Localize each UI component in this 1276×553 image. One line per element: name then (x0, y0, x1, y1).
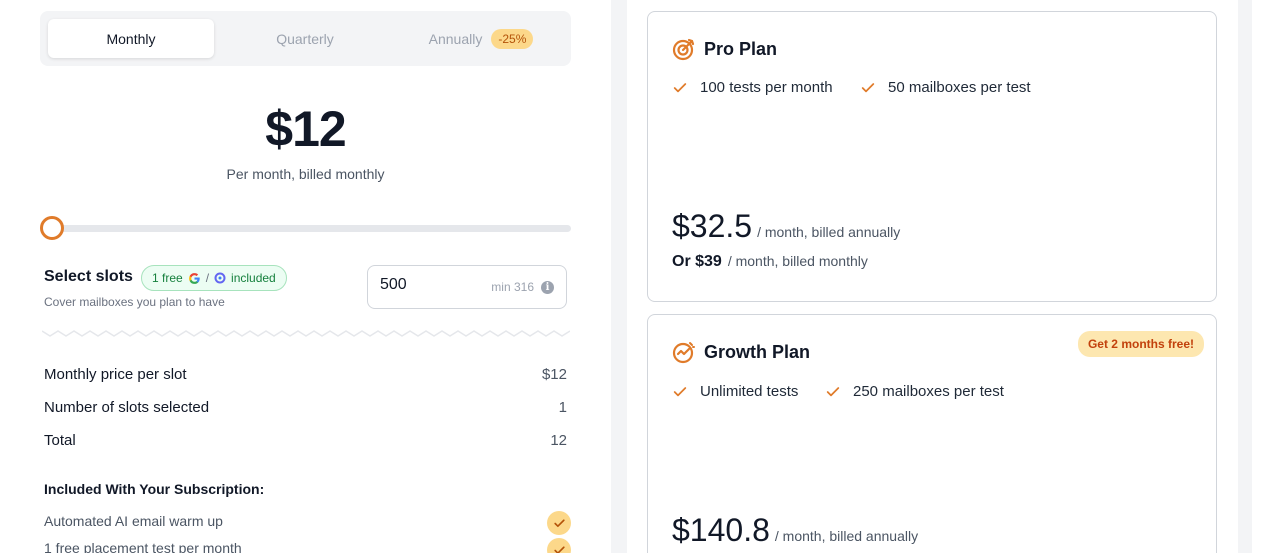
price-caption: Per month, billed monthly (226, 166, 385, 182)
growth-gauge-icon (672, 342, 695, 364)
plan-perk: 250 mailboxes per test (825, 383, 1004, 400)
growth-plan-card[interactable]: Growth Plan Get 2 months free! Unlimited… (647, 314, 1217, 553)
summary-label: Number of slots selected (44, 399, 210, 416)
select-slots-title: Select slots (44, 268, 133, 285)
annual-suffix: / month, billed annually (774, 528, 919, 544)
tab-annually[interactable]: Annually -25% (396, 19, 566, 58)
plan-annual-price: $32.5 / month, billed annually (672, 208, 900, 245)
tab-monthly[interactable]: Monthly (48, 19, 214, 58)
monthly-suffix: / month, billed monthly (727, 253, 868, 269)
summary-row-total: Total 12 (44, 432, 567, 449)
summary-value: 12 (550, 432, 567, 449)
free-included-badge: 1 free / included (141, 265, 287, 291)
plan-name: Pro Plan (704, 39, 778, 59)
tab-quarterly[interactable]: Quarterly (222, 19, 388, 58)
promo-badge: Get 2 months free! (1077, 331, 1204, 357)
page-scroll-gutter (1238, 0, 1252, 553)
outlook-ring-icon (214, 272, 226, 284)
tab-annually-label: Annually (428, 30, 483, 47)
plan-perk-label: 250 mailboxes per test (853, 383, 1004, 400)
annual-amount: $32.5 (672, 208, 753, 244)
included-label: included (231, 271, 276, 285)
target-icon (672, 38, 695, 61)
check-icon (673, 82, 687, 92)
zigzag-divider (42, 330, 570, 337)
check-icon (826, 386, 840, 396)
annual-suffix: / month, billed annually (757, 224, 901, 240)
slots-input[interactable] (380, 276, 480, 294)
billing-period-toggle: Monthly Quarterly Annually -25% (40, 11, 571, 66)
plan-perk: 50 mailboxes per test (860, 79, 1031, 96)
check-icon (673, 386, 687, 396)
plan-monthly-price: Or $39 / month, billed monthly (672, 253, 868, 271)
column-gutter (611, 0, 627, 553)
included-feature: 1 free placement test per month (44, 540, 242, 553)
plan-perk-label: 100 tests per month (700, 79, 833, 96)
plan-perk-label: Unlimited tests (700, 383, 799, 400)
price-display: $12 (265, 101, 346, 157)
summary-label: Total (44, 432, 76, 449)
summary-value: 1 (558, 399, 567, 416)
check-icon (547, 511, 571, 535)
check-icon (547, 538, 571, 553)
summary-label: Monthly price per slot (44, 366, 187, 383)
plan-perk: Unlimited tests (672, 383, 798, 400)
pricing-configurator-panel: Monthly Quarterly Annually -25% $12 Per … (0, 0, 611, 553)
slots-input-box: min 316 i (367, 265, 567, 309)
google-icon (188, 272, 200, 284)
info-icon[interactable]: i (541, 281, 554, 294)
plan-annual-price: $140.8 / month, billed annually (672, 512, 918, 549)
select-slots-subtitle: Cover mailboxes you plan to have (44, 295, 225, 309)
included-feature: Automated AI email warm up (44, 513, 223, 529)
check-icon (861, 82, 875, 92)
monthly-amount: Or $39 (672, 253, 722, 270)
plan-perk-label: 50 mailboxes per test (888, 79, 1031, 96)
summary-row-slots-selected: Number of slots selected 1 (44, 399, 567, 416)
discount-badge: -25% (491, 28, 534, 49)
included-title: Included With Your Subscription: (44, 481, 265, 497)
summary-value: $12 (541, 366, 567, 383)
plan-perk: 100 tests per month (672, 79, 833, 96)
slots-slider-thumb[interactable] (40, 216, 64, 240)
free-count-label: 1 free (152, 271, 183, 285)
summary-row-price-per-slot: Monthly price per slot $12 (44, 366, 567, 383)
pro-plan-card[interactable]: Pro Plan 100 tests per month 50 mailboxe… (647, 11, 1217, 302)
min-slots-hint: min 316 (491, 280, 534, 294)
annual-amount: $140.8 (672, 512, 770, 548)
slash-separator: / (205, 271, 210, 285)
plan-name: Growth Plan (704, 342, 811, 362)
slots-slider-track[interactable] (52, 225, 571, 232)
